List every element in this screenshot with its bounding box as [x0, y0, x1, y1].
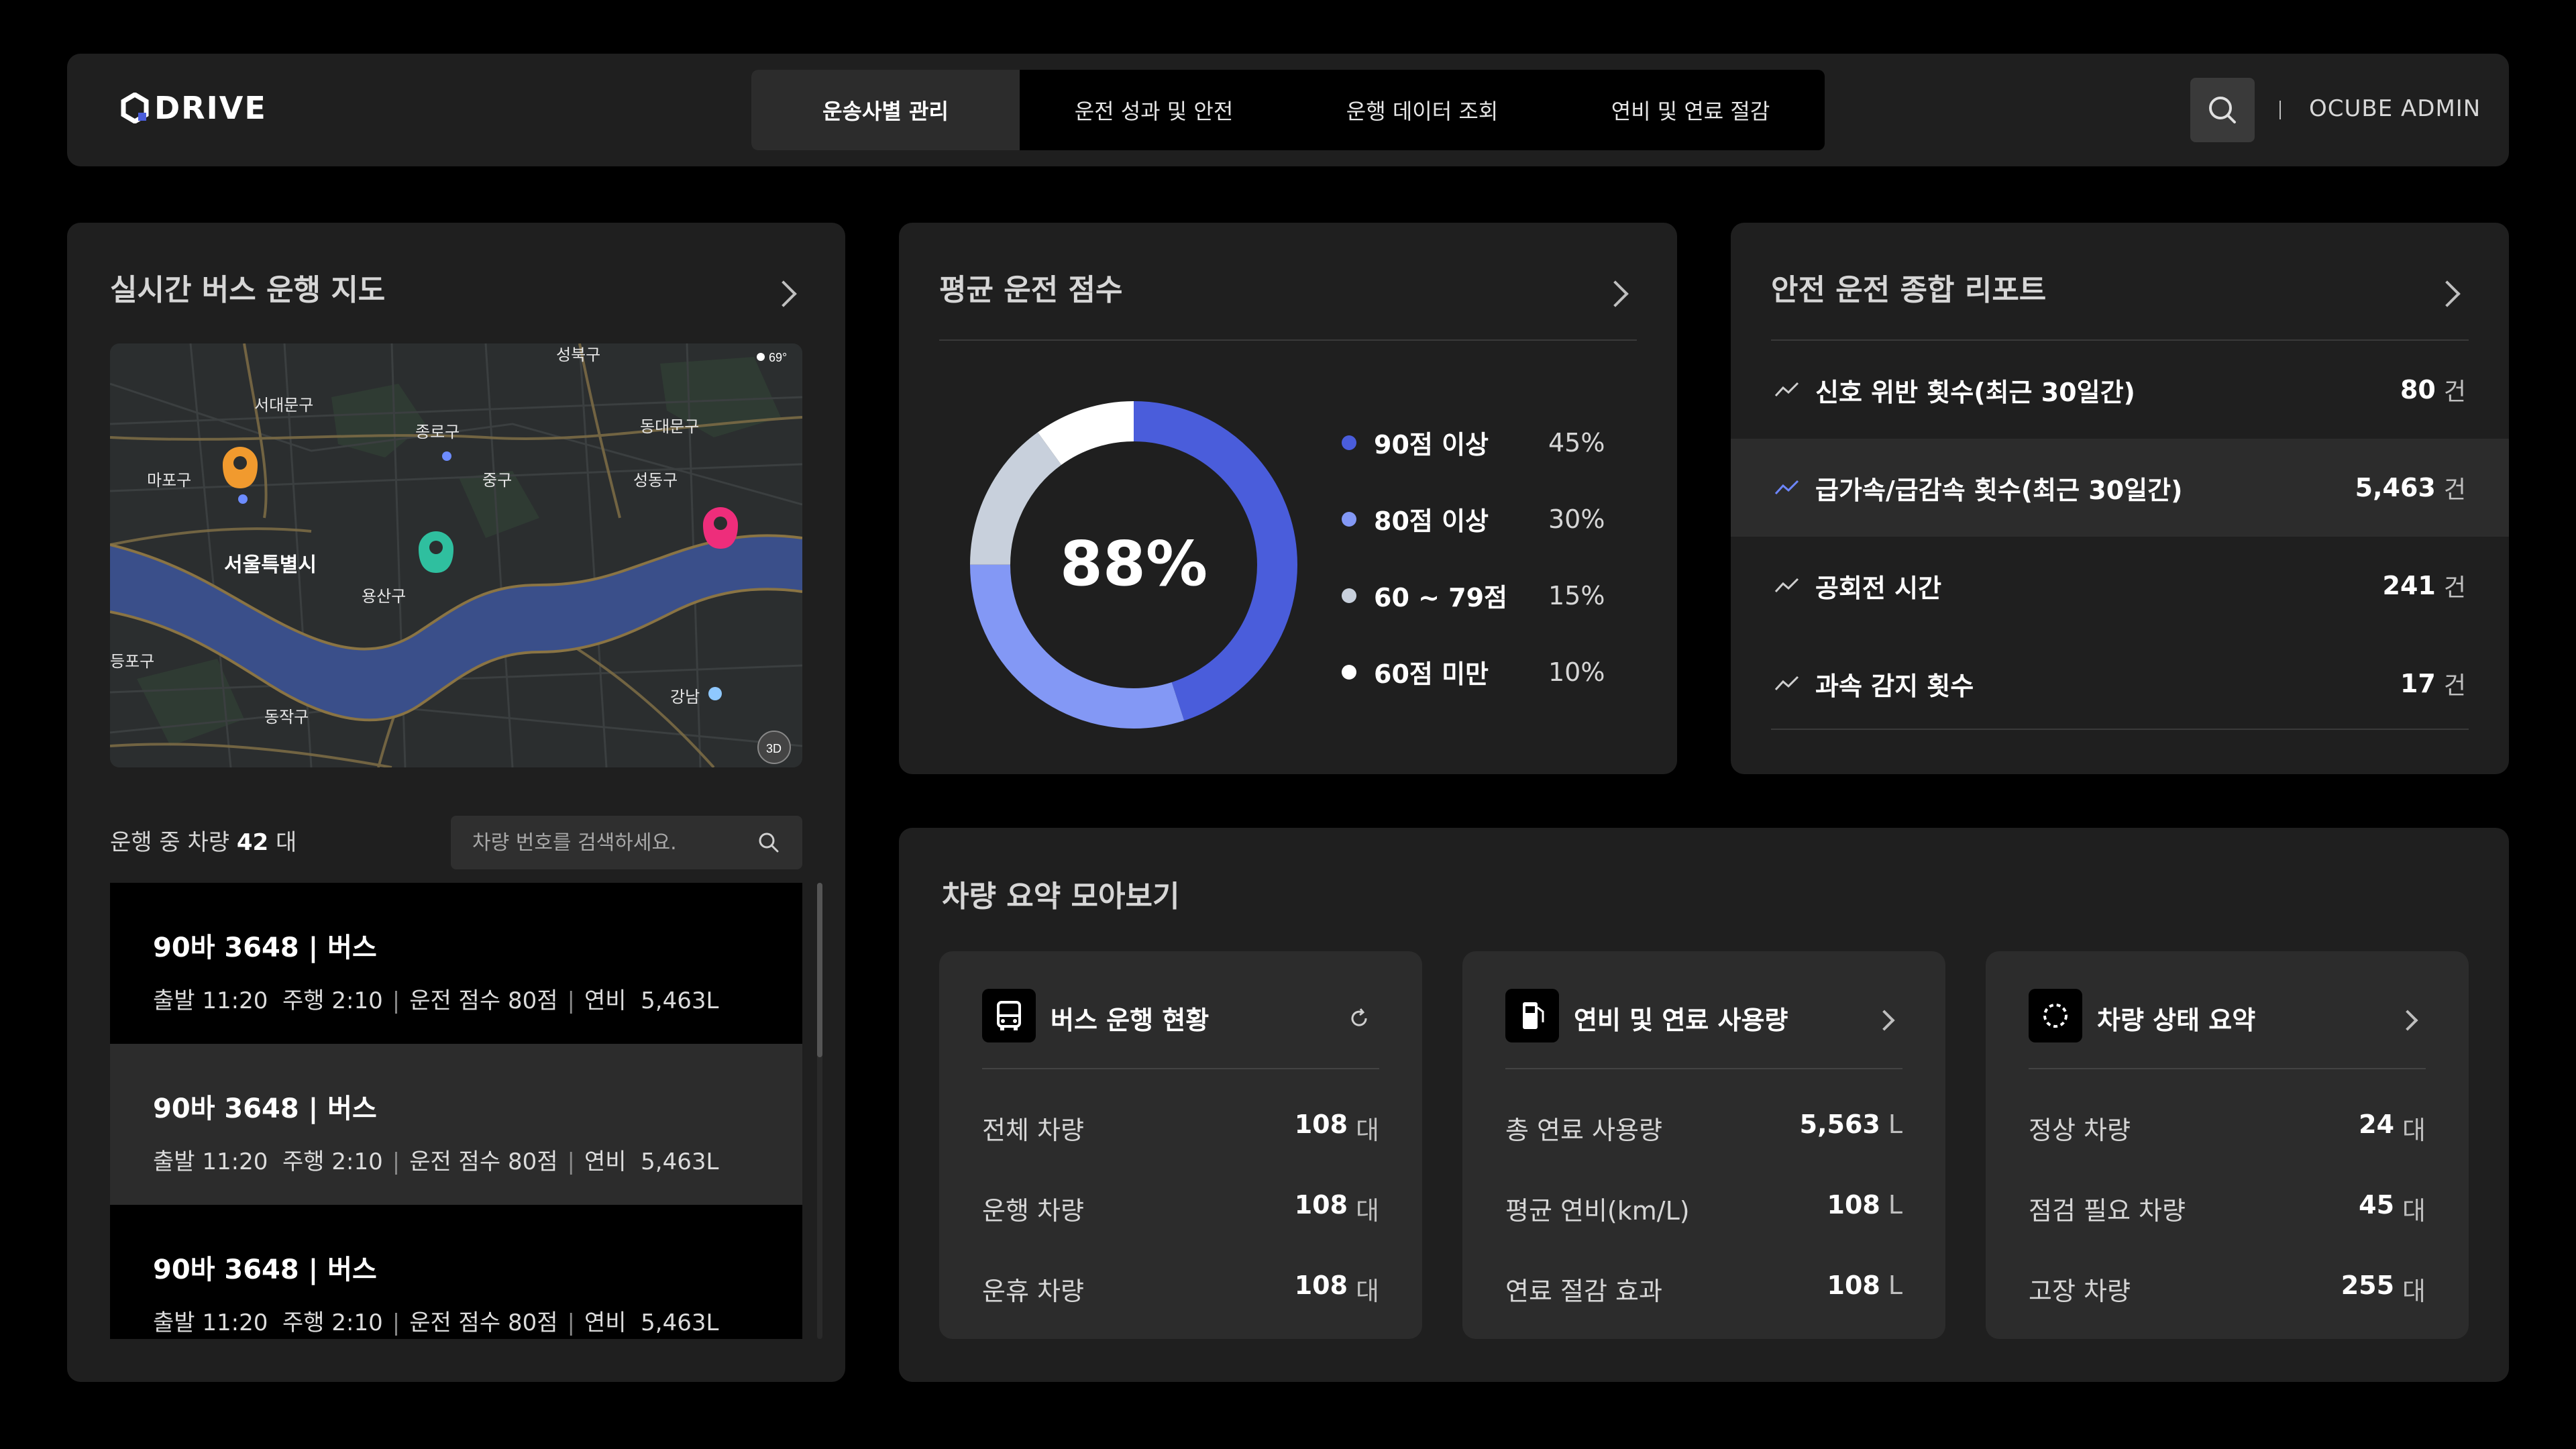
map-label-dongjak: 동작구 [264, 708, 309, 727]
legend-dot [1342, 588, 1356, 603]
summary-row: 평균 연비(km/L) 108 L [1505, 1190, 1902, 1226]
fuel-usage-card: 연비 및 연료 사용량 총 연료 사용량 5,563 L 평균 연비(km/L) 10… [1462, 951, 1945, 1339]
vehicle-status-card: 차량 상태 요약 정상 차량 24 대 점검 필요 차량 45 대 고장 차량 255 대 [1986, 951, 2469, 1339]
bus-map[interactable]: 성북구 서대문구 종로구 동대문구 마포구 중구 성동구 용산구 등포구 강남 … [110, 343, 802, 767]
logo-text: DRIVE [154, 90, 267, 126]
map-label-seodaemun: 서대문구 [254, 396, 313, 415]
map-pin-pink-icon[interactable] [703, 507, 738, 549]
map-label-seongdong: 성동구 [633, 472, 678, 490]
safety-row[interactable]: 과속 감지 횟수 17 건 [1731, 635, 2509, 733]
legend-dot [1342, 511, 1356, 527]
legend-item: 80점 이상 30% [1342, 500, 1605, 537]
map-label-dongdaemun: 동대문구 [640, 418, 699, 436]
map-label-jongno: 종로구 [415, 423, 460, 441]
chevron-right-icon[interactable] [2434, 280, 2461, 307]
bus-icon [982, 989, 1036, 1042]
header-divider [2279, 101, 2281, 119]
nav-tab-performance[interactable]: 운전 성과 및 안전 [1020, 70, 1288, 150]
map-label-yeongdeungpo: 등포구 [110, 653, 154, 671]
legend-item: 90점 이상 45% [1342, 424, 1605, 461]
safety-report-panel: 안전 운전 종합 리포트 신호 위반 횟수(최근 30일간) 80 건 급가속/… [1731, 223, 2509, 774]
map-pin-teal-icon[interactable] [419, 531, 453, 573]
summary-row: 총 연료 사용량 5,563 L [1505, 1110, 1902, 1145]
admin-user[interactable]: OCUBE ADMIN [2309, 95, 2481, 122]
summary-row: 점검 필요 차량 45 대 [2029, 1190, 2426, 1226]
summary-row: 정상 차량 24 대 [2029, 1110, 2426, 1145]
legend-dot [1342, 435, 1356, 450]
vehicle-list[interactable]: 90바 3648 | 버스 출발 11:20 주행 2:10 | 운전 점수 80점… [110, 883, 802, 1339]
search-icon[interactable] [757, 830, 781, 855]
divider [2029, 1068, 2426, 1069]
map-label-mapo: 마포구 [147, 472, 191, 490]
header-search-button[interactable] [2190, 78, 2255, 142]
chevron-right-icon[interactable] [1602, 280, 1629, 307]
map-label-seoul: 서울특별시 [224, 554, 317, 576]
vehicle-summary-panel: 차량 요약 모아보기 버스 운행 현황 전체 차량 108 대 운행 차량 108 대 … [899, 828, 2509, 1382]
logo[interactable]: DRIVE [121, 90, 267, 126]
search-icon [2209, 97, 2236, 123]
nav-tab-data[interactable]: 운행 데이터 조회 [1288, 70, 1556, 150]
legend-dot [1342, 664, 1356, 680]
panel-title: 실시간 버스 운행 지도 [110, 273, 386, 307]
panel-title: 평균 운전 점수 [939, 273, 1123, 307]
map-label-gangnam: 강남 [670, 688, 700, 706]
map-weather: 69° [769, 351, 787, 364]
divider [939, 339, 1637, 341]
chevron-right-icon[interactable] [770, 280, 797, 307]
summary-row: 연료 절감 효과 108 L [1505, 1271, 1902, 1306]
map-3d-button[interactable]: 3D [766, 742, 782, 755]
map-label-seongbuk: 성북구 [556, 346, 600, 364]
summary-row: 운휴 차량 108 대 [982, 1271, 1379, 1306]
vehicle-search-input[interactable] [451, 816, 802, 869]
top-header: DRIVE 운송사별 관리 운전 성과 및 안전 운행 데이터 조회 연비 및 … [67, 54, 2509, 166]
summary-row: 고장 차량 255 대 [2029, 1271, 2426, 1306]
panel-title: 차량 요약 모아보기 [942, 879, 1180, 914]
vehicle-count: 운행 중 차량 42 대 [110, 829, 297, 856]
vehicle-list-item[interactable]: 90바 3648 | 버스 출발 11:20 주행 2:10 | 운전 점수 80점… [110, 1044, 802, 1205]
realtime-map-panel: 실시간 버스 운행 지도 성북구 서대문구 종로구 동대문구 마포구 중구 성동… [67, 223, 845, 1382]
divider [1771, 729, 2469, 730]
map-pin-orange-icon[interactable] [223, 447, 258, 488]
safety-row[interactable]: 공회전 시간 241 건 [1731, 537, 2509, 635]
legend-item: 60 ~ 79점 15% [1342, 577, 1605, 614]
fuel-pump-icon [1505, 989, 1559, 1042]
chevron-right-icon[interactable] [2397, 1010, 2418, 1031]
main-nav: 운송사별 관리 운전 성과 및 안전 운행 데이터 조회 연비 및 연료 절감 [751, 70, 1825, 150]
score-donut-chart: 88% [970, 401, 1297, 729]
summary-row: 운행 차량 108 대 [982, 1190, 1379, 1226]
safety-row[interactable]: 신호 위반 횟수(최근 30일간) 80 건 [1731, 341, 2509, 439]
divider [982, 1068, 1379, 1069]
trend-up-icon [1774, 578, 1799, 593]
trend-up-icon [1774, 382, 1799, 397]
scrollbar-thumb[interactable] [817, 883, 822, 1057]
average-score-panel: 평균 운전 점수 88% 90점 이상 45% 80점 이상 30% 60 ~ … [899, 223, 1677, 774]
nav-tab-carrier[interactable]: 운송사별 관리 [751, 70, 1020, 150]
divider [1505, 1068, 1902, 1069]
vehicle-list-item[interactable]: 90바 3648 | 버스 출발 11:20 주행 2:10 | 운전 점수 80점… [110, 1205, 802, 1339]
summary-row: 전체 차량 108 대 [982, 1110, 1379, 1145]
map-label-jung: 중구 [482, 472, 512, 490]
refresh-icon[interactable] [1346, 1005, 1373, 1032]
donut-center-value: 88% [1060, 528, 1208, 600]
nav-tab-fuel[interactable]: 연비 및 연료 절감 [1556, 70, 1825, 150]
logo-icon [121, 93, 149, 123]
legend-item: 60점 미만 10% [1342, 653, 1605, 690]
trend-up-icon [1774, 480, 1799, 495]
safety-row[interactable]: 급가속/급감속 횟수(최근 30일간) 5,463 건 [1731, 439, 2509, 537]
bus-operation-card: 버스 운행 현황 전체 차량 108 대 운행 차량 108 대 운휴 차량 108 대 [939, 951, 1422, 1339]
trend-up-icon [1774, 676, 1799, 691]
loading-status-icon [2029, 989, 2082, 1042]
map-label-yongsan: 용산구 [362, 588, 406, 606]
vehicle-list-item[interactable]: 90바 3648 | 버스 출발 11:20 주행 2:10 | 운전 점수 80점… [110, 883, 802, 1044]
vehicle-list-scrollbar[interactable] [817, 883, 822, 1339]
panel-title: 안전 운전 종합 리포트 [1771, 273, 2047, 307]
chevron-right-icon[interactable] [1874, 1010, 1895, 1031]
